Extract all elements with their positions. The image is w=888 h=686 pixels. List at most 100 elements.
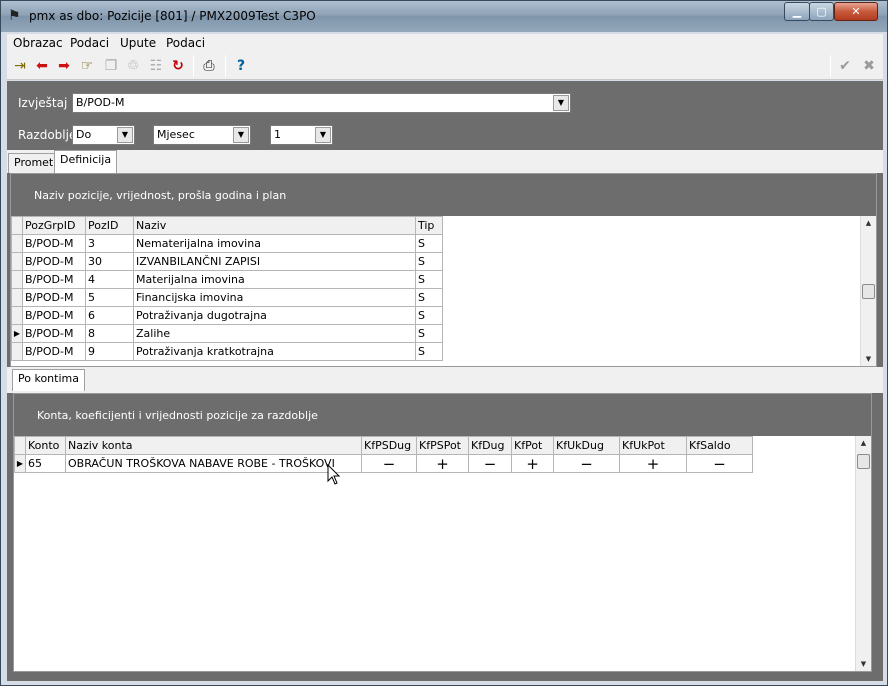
table-cell[interactable]: S xyxy=(415,288,443,307)
table-cell[interactable]: 6 xyxy=(85,306,134,325)
table-row[interactable]: B/POD-M 30 IZVANBILANČNI ZAPISI S xyxy=(11,252,443,271)
table-cell[interactable]: S xyxy=(415,306,443,325)
table-cell[interactable]: IZVANBILANČNI ZAPISI xyxy=(133,252,416,271)
tab-promet[interactable]: Promet xyxy=(8,153,60,173)
row-indicator[interactable] xyxy=(11,342,23,361)
row-indicator[interactable] xyxy=(11,252,23,271)
table-cell[interactable]: B/POD-M xyxy=(22,306,86,325)
copy-icon[interactable]: ❐ xyxy=(101,56,121,76)
coefficient-cell[interactable]: − xyxy=(361,454,417,473)
scroll-thumb[interactable] xyxy=(857,454,870,469)
scroll-down-icon[interactable]: ▼ xyxy=(861,352,876,366)
column-header[interactable]: PozGrpID xyxy=(22,216,86,235)
current-row-arrow-icon[interactable]: ▶ xyxy=(11,324,23,343)
tab-po-kontima[interactable]: Po kontima xyxy=(12,369,85,391)
column-header[interactable]: Konto xyxy=(25,436,66,455)
column-header[interactable]: KfPSPot xyxy=(416,436,469,455)
table-row[interactable]: B/POD-M 5 Financijska imovina S xyxy=(11,288,443,307)
razdoblje-mode-select[interactable]: Do ▼ xyxy=(72,125,135,145)
column-header[interactable]: KfPot xyxy=(511,436,554,455)
table-cell[interactable]: 3 xyxy=(85,234,134,253)
table-row[interactable]: B/POD-M 3 Nematerijalna imovina S xyxy=(11,234,443,253)
table-cell[interactable]: B/POD-M xyxy=(22,234,86,253)
table-cell[interactable]: S xyxy=(415,252,443,271)
menu-podaci[interactable]: Podaci xyxy=(70,36,109,50)
help-icon[interactable]: ? xyxy=(231,56,251,76)
table-cell[interactable]: Zalihe xyxy=(133,324,416,343)
table-cell[interactable]: Financijska imovina xyxy=(133,288,416,307)
row-indicator[interactable] xyxy=(11,288,23,307)
column-header[interactable]: Naziv konta xyxy=(65,436,362,455)
razdoblje-period-select[interactable]: Mjesec ▼ xyxy=(153,125,251,145)
table-cell[interactable]: Nematerijalna imovina xyxy=(133,234,416,253)
table-row[interactable]: ▶ B/POD-M 8 Zalihe S xyxy=(11,324,443,343)
column-header[interactable]: KfPSDug xyxy=(361,436,417,455)
column-header[interactable]: Tip xyxy=(415,216,443,235)
scroll-down-icon[interactable]: ▼ xyxy=(856,657,871,671)
arrow-right-icon[interactable]: ➡ xyxy=(54,56,74,76)
table-cell[interactable]: S xyxy=(415,324,443,343)
row-indicator[interactable] xyxy=(11,306,23,325)
table-cell[interactable]: B/POD-M xyxy=(22,342,86,361)
menu-podaci-2[interactable]: Podaci xyxy=(166,36,205,50)
maximize-button[interactable]: ▢ xyxy=(809,2,834,21)
close-button[interactable]: ✕ xyxy=(834,2,878,21)
coefficient-cell[interactable]: − xyxy=(686,454,753,473)
current-row-arrow-icon[interactable]: ▶ xyxy=(14,454,26,473)
table-cell[interactable]: 8 xyxy=(85,324,134,343)
column-header[interactable]: KfDug xyxy=(468,436,512,455)
table-cell[interactable]: S xyxy=(415,342,443,361)
chevron-down-icon[interactable]: ▼ xyxy=(315,127,331,143)
scroll-up-icon[interactable]: ▲ xyxy=(856,436,871,450)
row-indicator[interactable] xyxy=(11,270,23,289)
refresh-icon[interactable]: ↻ xyxy=(168,56,188,76)
document-icon[interactable]: ☷ xyxy=(146,56,166,76)
table-row[interactable]: B/POD-M 4 Materijalna imovina S xyxy=(11,270,443,289)
coefficient-cell[interactable]: + xyxy=(619,454,687,473)
table-cell[interactable]: Potraživanja dugotrajna xyxy=(133,306,416,325)
coefficient-cell[interactable]: + xyxy=(416,454,469,473)
table-cell[interactable]: B/POD-M xyxy=(22,252,86,271)
table-row[interactable]: ▶ 65 OBRAČUN TROŠKOVA NABAVE ROBE - TROŠKO… xyxy=(14,454,753,473)
row-indicator[interactable] xyxy=(11,234,23,253)
table-cell[interactable]: B/POD-M xyxy=(22,288,86,307)
confirm-check-icon[interactable]: ✔ xyxy=(835,56,855,76)
title-bar[interactable]: ⚑ pmx as dbo: Pozicije [801] / PMX2009Te… xyxy=(1,1,887,32)
table-row[interactable]: B/POD-M 9 Potraživanja kratkotrajna S xyxy=(11,342,443,361)
column-header[interactable]: KfUkPot xyxy=(619,436,687,455)
table-cell[interactable]: S xyxy=(415,234,443,253)
arrow-left-icon[interactable]: ⬅ xyxy=(32,56,52,76)
scroll-thumb[interactable] xyxy=(862,284,875,299)
scroll-up-icon[interactable]: ▲ xyxy=(861,216,876,230)
column-header[interactable]: KfUkDug xyxy=(553,436,620,455)
accounts-grid[interactable]: Konto Naziv konta KfPSDug KfPSPot KfDug … xyxy=(14,436,855,671)
coefficient-cell[interactable]: − xyxy=(553,454,620,473)
table-cell[interactable]: 5 xyxy=(85,288,134,307)
coefficient-cell[interactable]: − xyxy=(468,454,512,473)
table-cell[interactable]: 65 xyxy=(25,454,66,473)
column-header[interactable]: KfSaldo xyxy=(686,436,753,455)
table-cell[interactable]: B/POD-M xyxy=(22,270,86,289)
razdoblje-number-select[interactable]: 1 ▼ xyxy=(270,125,333,145)
table-cell[interactable]: B/POD-M xyxy=(22,324,86,343)
table-cell[interactable]: 9 xyxy=(85,342,134,361)
table-cell[interactable]: S xyxy=(415,270,443,289)
exit-door-icon[interactable]: ⇥ xyxy=(10,56,30,76)
cancel-x-icon[interactable]: ✖ xyxy=(859,56,879,76)
table-row[interactable]: B/POD-M 6 Potraživanja dugotrajna S xyxy=(11,306,443,325)
accounts-scrollbar[interactable]: ▲ ▼ xyxy=(855,436,871,671)
table-cell[interactable]: Materijalna imovina xyxy=(133,270,416,289)
table-cell[interactable]: Potraživanja kratkotrajna xyxy=(133,342,416,361)
chevron-down-icon[interactable]: ▼ xyxy=(233,127,249,143)
tab-definicija[interactable]: Definicija xyxy=(54,150,118,173)
coefficient-cell[interactable]: + xyxy=(511,454,554,473)
pointing-hand-icon[interactable]: ☞ xyxy=(77,56,97,76)
table-cell[interactable]: OBRAČUN TROŠKOVA NABAVE ROBE - TROŠKOVI xyxy=(65,454,362,473)
column-header[interactable]: Naziv xyxy=(133,216,416,235)
trash-icon[interactable]: ♲ xyxy=(123,56,143,76)
menu-obrazac[interactable]: Obrazac xyxy=(13,36,63,50)
positions-grid[interactable]: PozGrpID PozID Naziv Tip B/POD-M 3 Nemater… xyxy=(11,216,860,366)
izvjestaj-select[interactable]: B/POD-M ▼ xyxy=(72,93,571,113)
menu-upute[interactable]: Upute xyxy=(120,36,156,50)
chevron-down-icon[interactable]: ▼ xyxy=(553,95,569,111)
